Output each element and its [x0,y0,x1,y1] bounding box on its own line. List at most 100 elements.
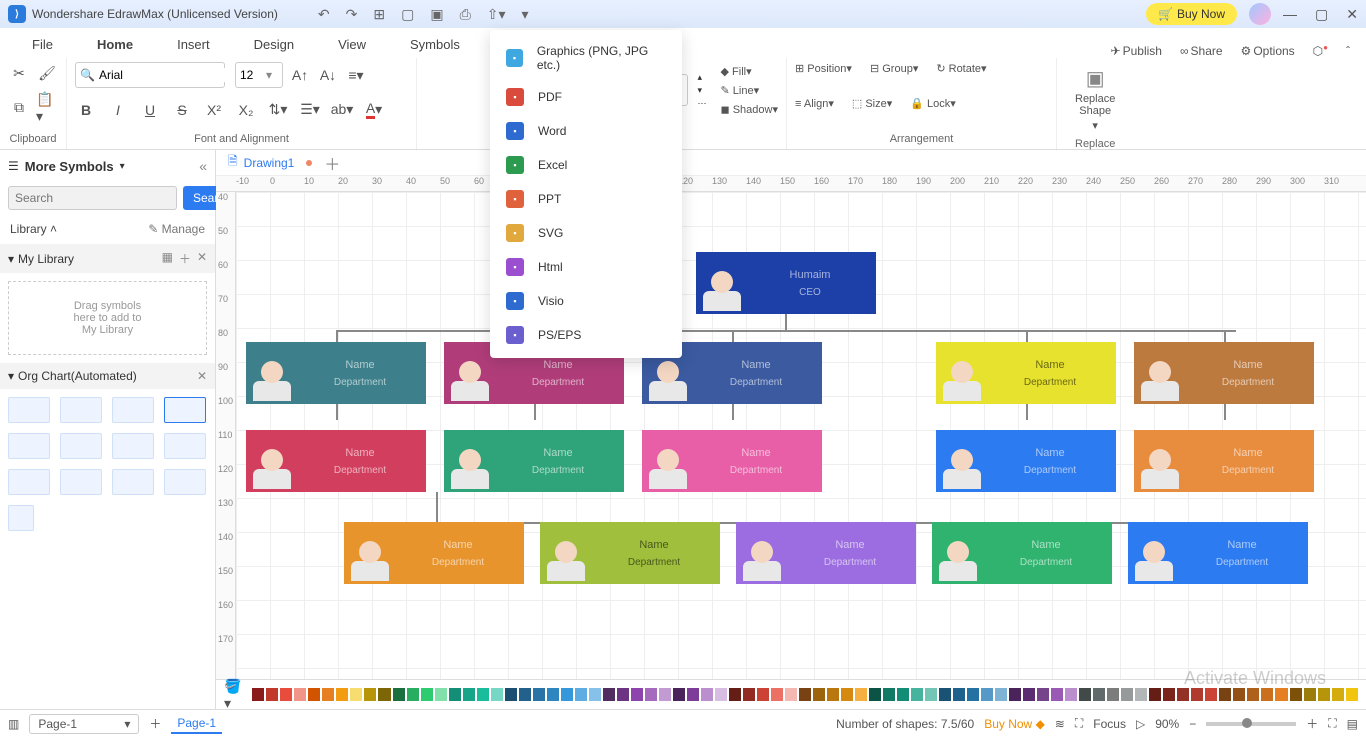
manage-button[interactable]: ✎ Manage [148,222,205,236]
shape-thumb[interactable] [60,397,102,423]
color-swatch[interactable] [1290,688,1302,701]
color-swatch[interactable] [280,688,292,701]
color-swatch[interactable] [407,688,419,701]
org-node[interactable]: NameDepartment [936,430,1116,492]
color-swatch[interactable] [827,688,839,701]
close-icon[interactable]: ✕ [197,250,207,267]
grid-view-icon[interactable]: ▦ [162,250,173,267]
open-icon[interactable]: ▢ [401,6,414,23]
color-swatch[interactable] [855,688,867,701]
align-icon[interactable]: ≡▾ [345,64,367,86]
bold-icon[interactable]: B [75,99,97,121]
shape-thumb[interactable] [60,469,102,495]
shape-thumb[interactable] [8,469,50,495]
close-button[interactable]: ✕ [1346,6,1358,23]
font-family-selector[interactable]: 🔍 ▾ [75,62,225,88]
layers-icon[interactable]: ≋ [1055,717,1065,731]
document-tab[interactable]: 🗎 Drawing1 [228,152,294,173]
publish-button[interactable]: ✈Publish [1111,44,1162,58]
add-icon[interactable]: ＋ [179,250,191,267]
color-swatch[interactable] [925,688,937,701]
color-swatch[interactable] [729,688,741,701]
italic-icon[interactable]: I [107,99,129,121]
shape-thumb[interactable] [112,397,154,423]
color-swatch[interactable] [491,688,503,701]
zoom-out-button[interactable]: − [1189,717,1196,731]
tab-view[interactable]: View [316,31,388,58]
color-swatch[interactable] [1149,688,1161,701]
org-node[interactable]: NameDepartment [246,430,426,492]
color-swatch[interactable] [322,688,334,701]
color-swatch[interactable] [939,688,951,701]
lock-button[interactable]: 🔒 Lock▾ [910,97,956,110]
buy-now-link[interactable]: Buy Now ◆ [984,717,1045,731]
highlight-icon[interactable]: ab▾ [331,99,353,121]
symbol-search-input[interactable] [8,186,177,210]
outline-view-icon[interactable]: ▥ [8,717,19,731]
hamburger-icon[interactable]: ☰ [8,159,19,173]
org-node[interactable]: NameDepartment [1128,522,1308,584]
color-swatch[interactable] [435,688,447,701]
color-swatch[interactable] [308,688,320,701]
rotate-button[interactable]: ↻ Rotate▾ [936,62,986,75]
close-icon[interactable]: ✕ [197,369,207,383]
library-drop-zone[interactable]: Drag symbols here to add to My Library [8,281,207,355]
replace-shape-button[interactable]: ▣ Replace Shape ▾ [1065,62,1125,136]
color-swatch[interactable] [547,688,559,701]
org-node[interactable]: NameDepartment [1134,342,1314,404]
color-swatch[interactable] [883,688,895,701]
chevron-down-icon[interactable]: ▾ [1092,119,1098,132]
color-swatch[interactable] [645,688,657,701]
chevron-down-icon[interactable]: ▾ [266,68,272,82]
color-swatch[interactable] [1346,688,1358,701]
export-menu-item[interactable]: ▪Visio [490,284,682,318]
tab-insert[interactable]: Insert [155,31,232,58]
add-page-button[interactable]: ＋ [149,715,161,732]
print-icon[interactable]: ⎙ [460,6,471,23]
tab-symbols[interactable]: Symbols [388,31,482,58]
color-swatch[interactable] [841,688,853,701]
color-swatch[interactable] [659,688,671,701]
color-swatch[interactable] [463,688,475,701]
group-button[interactable]: ⊟ Group▾ [870,62,918,75]
my-library-section[interactable]: ▾ My Library ▦ ＋ ✕ [0,244,215,273]
export-menu-item[interactable]: ▪SVG [490,216,682,250]
fit-icon[interactable]: ⛶ [1075,716,1083,731]
decrease-font-icon[interactable]: A↓ [317,64,339,86]
subscript-icon[interactable]: X₂ [235,99,257,121]
color-swatch[interactable] [1009,688,1021,701]
color-swatch[interactable] [799,688,811,701]
color-swatch[interactable] [1037,688,1049,701]
buy-now-button[interactable]: 🛒 Buy Now [1146,3,1237,25]
export-menu-item[interactable]: ▪PPT [490,182,682,216]
color-swatch[interactable] [701,688,713,701]
cut-icon[interactable]: ✂ [8,62,30,84]
tab-home[interactable]: Home [75,31,155,58]
library-button[interactable]: Library ˄ [10,222,57,236]
maximize-button[interactable]: ▢ [1315,6,1328,23]
increase-font-icon[interactable]: A↑ [289,64,311,86]
color-swatch[interactable] [575,688,587,701]
color-swatch[interactable] [1079,688,1091,701]
shape-thumb[interactable] [112,469,154,495]
tab-file[interactable]: File [10,31,75,58]
color-swatch[interactable] [953,688,965,701]
shape-thumb[interactable] [164,433,206,459]
color-swatch[interactable] [1275,688,1287,701]
qat-more-icon[interactable]: ▾ [522,6,529,23]
align-button[interactable]: ≡ Align▾ [795,97,834,110]
color-swatch[interactable] [1023,688,1035,701]
fullscreen-icon[interactable]: ⛶ [1328,716,1336,731]
color-swatch[interactable] [1121,688,1133,701]
color-swatch[interactable] [533,688,545,701]
zoom-slider[interactable] [1206,722,1296,726]
font-color-icon[interactable]: A▾ [363,99,385,121]
bullets-icon[interactable]: ☰▾ [299,99,321,121]
color-swatch[interactable] [1247,688,1259,701]
chevron-down-icon[interactable]: ▾ [120,161,125,172]
focus-button[interactable]: Focus [1093,717,1126,731]
redo-icon[interactable]: ↷ [346,6,358,23]
color-swatch[interactable] [813,688,825,701]
shape-thumb[interactable] [164,397,206,423]
page-tab[interactable]: Page-1 [171,714,222,734]
